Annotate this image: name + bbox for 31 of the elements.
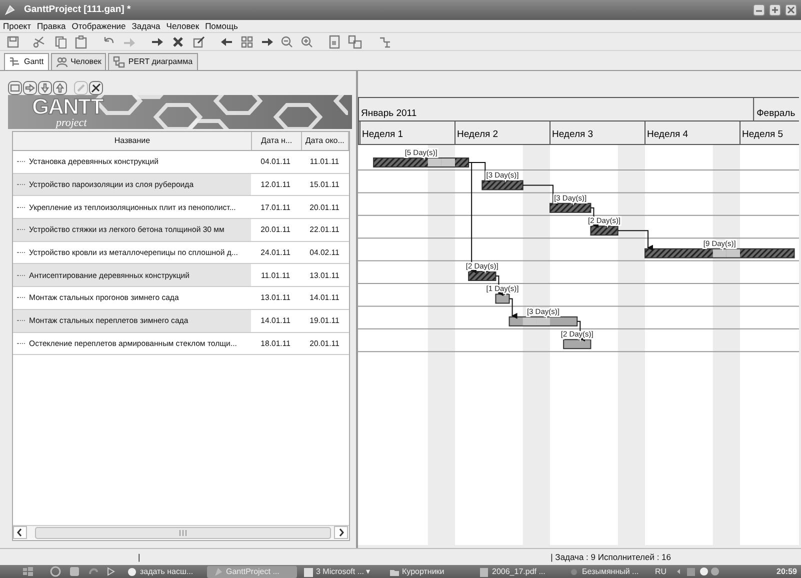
- menu-item[interactable]: Помощь: [202, 20, 241, 32]
- menu-item[interactable]: Проект: [0, 20, 34, 32]
- taskbar-button[interactable]: 2006_17.pdf ...: [473, 566, 563, 578]
- column-header[interactable]: Дата око...: [302, 132, 350, 150]
- week-label: Неделя 3: [552, 129, 594, 140]
- column-header[interactable]: Дата н...: [252, 132, 302, 150]
- tab[interactable]: Человек: [50, 53, 106, 70]
- tab[interactable]: PERT диаграмма: [108, 53, 198, 70]
- taskbar-button[interactable]: 3 Microsoft ... ▾: [297, 566, 383, 578]
- week-label: Неделя 1: [362, 129, 404, 140]
- menu-item[interactable]: Задача: [128, 20, 164, 32]
- menu-item[interactable]: Правка: [34, 20, 69, 32]
- taskbar-button[interactable]: Безымянный ...: [563, 566, 653, 578]
- month-label: Январь 2011: [361, 108, 417, 119]
- month-label: Февраль: [756, 108, 796, 119]
- taskbar-button[interactable]: Курортники: [383, 566, 473, 578]
- status-text: | Задача : 9 Исполнителей : 16: [550, 552, 671, 562]
- week-label: Неделя 5: [742, 129, 784, 140]
- language-indicator[interactable]: RU: [655, 566, 667, 576]
- tab[interactable]: Gantt: [4, 53, 49, 70]
- logo-subtitle: project: [56, 118, 88, 128]
- clock: 20:59: [776, 566, 797, 576]
- week-label: Неделя 2: [457, 129, 498, 140]
- menu-item[interactable]: Человек: [163, 20, 202, 32]
- week-label: Неделя 4: [647, 129, 688, 140]
- logo-title: GANTT: [32, 96, 103, 118]
- column-header[interactable]: Название: [13, 132, 252, 150]
- taskbar-button[interactable]: задать насш...: [121, 566, 207, 578]
- window-title: GanttProject [111.gan] *: [24, 4, 131, 16]
- menu-item[interactable]: Отображение: [68, 20, 129, 32]
- status-text: |: [138, 552, 140, 562]
